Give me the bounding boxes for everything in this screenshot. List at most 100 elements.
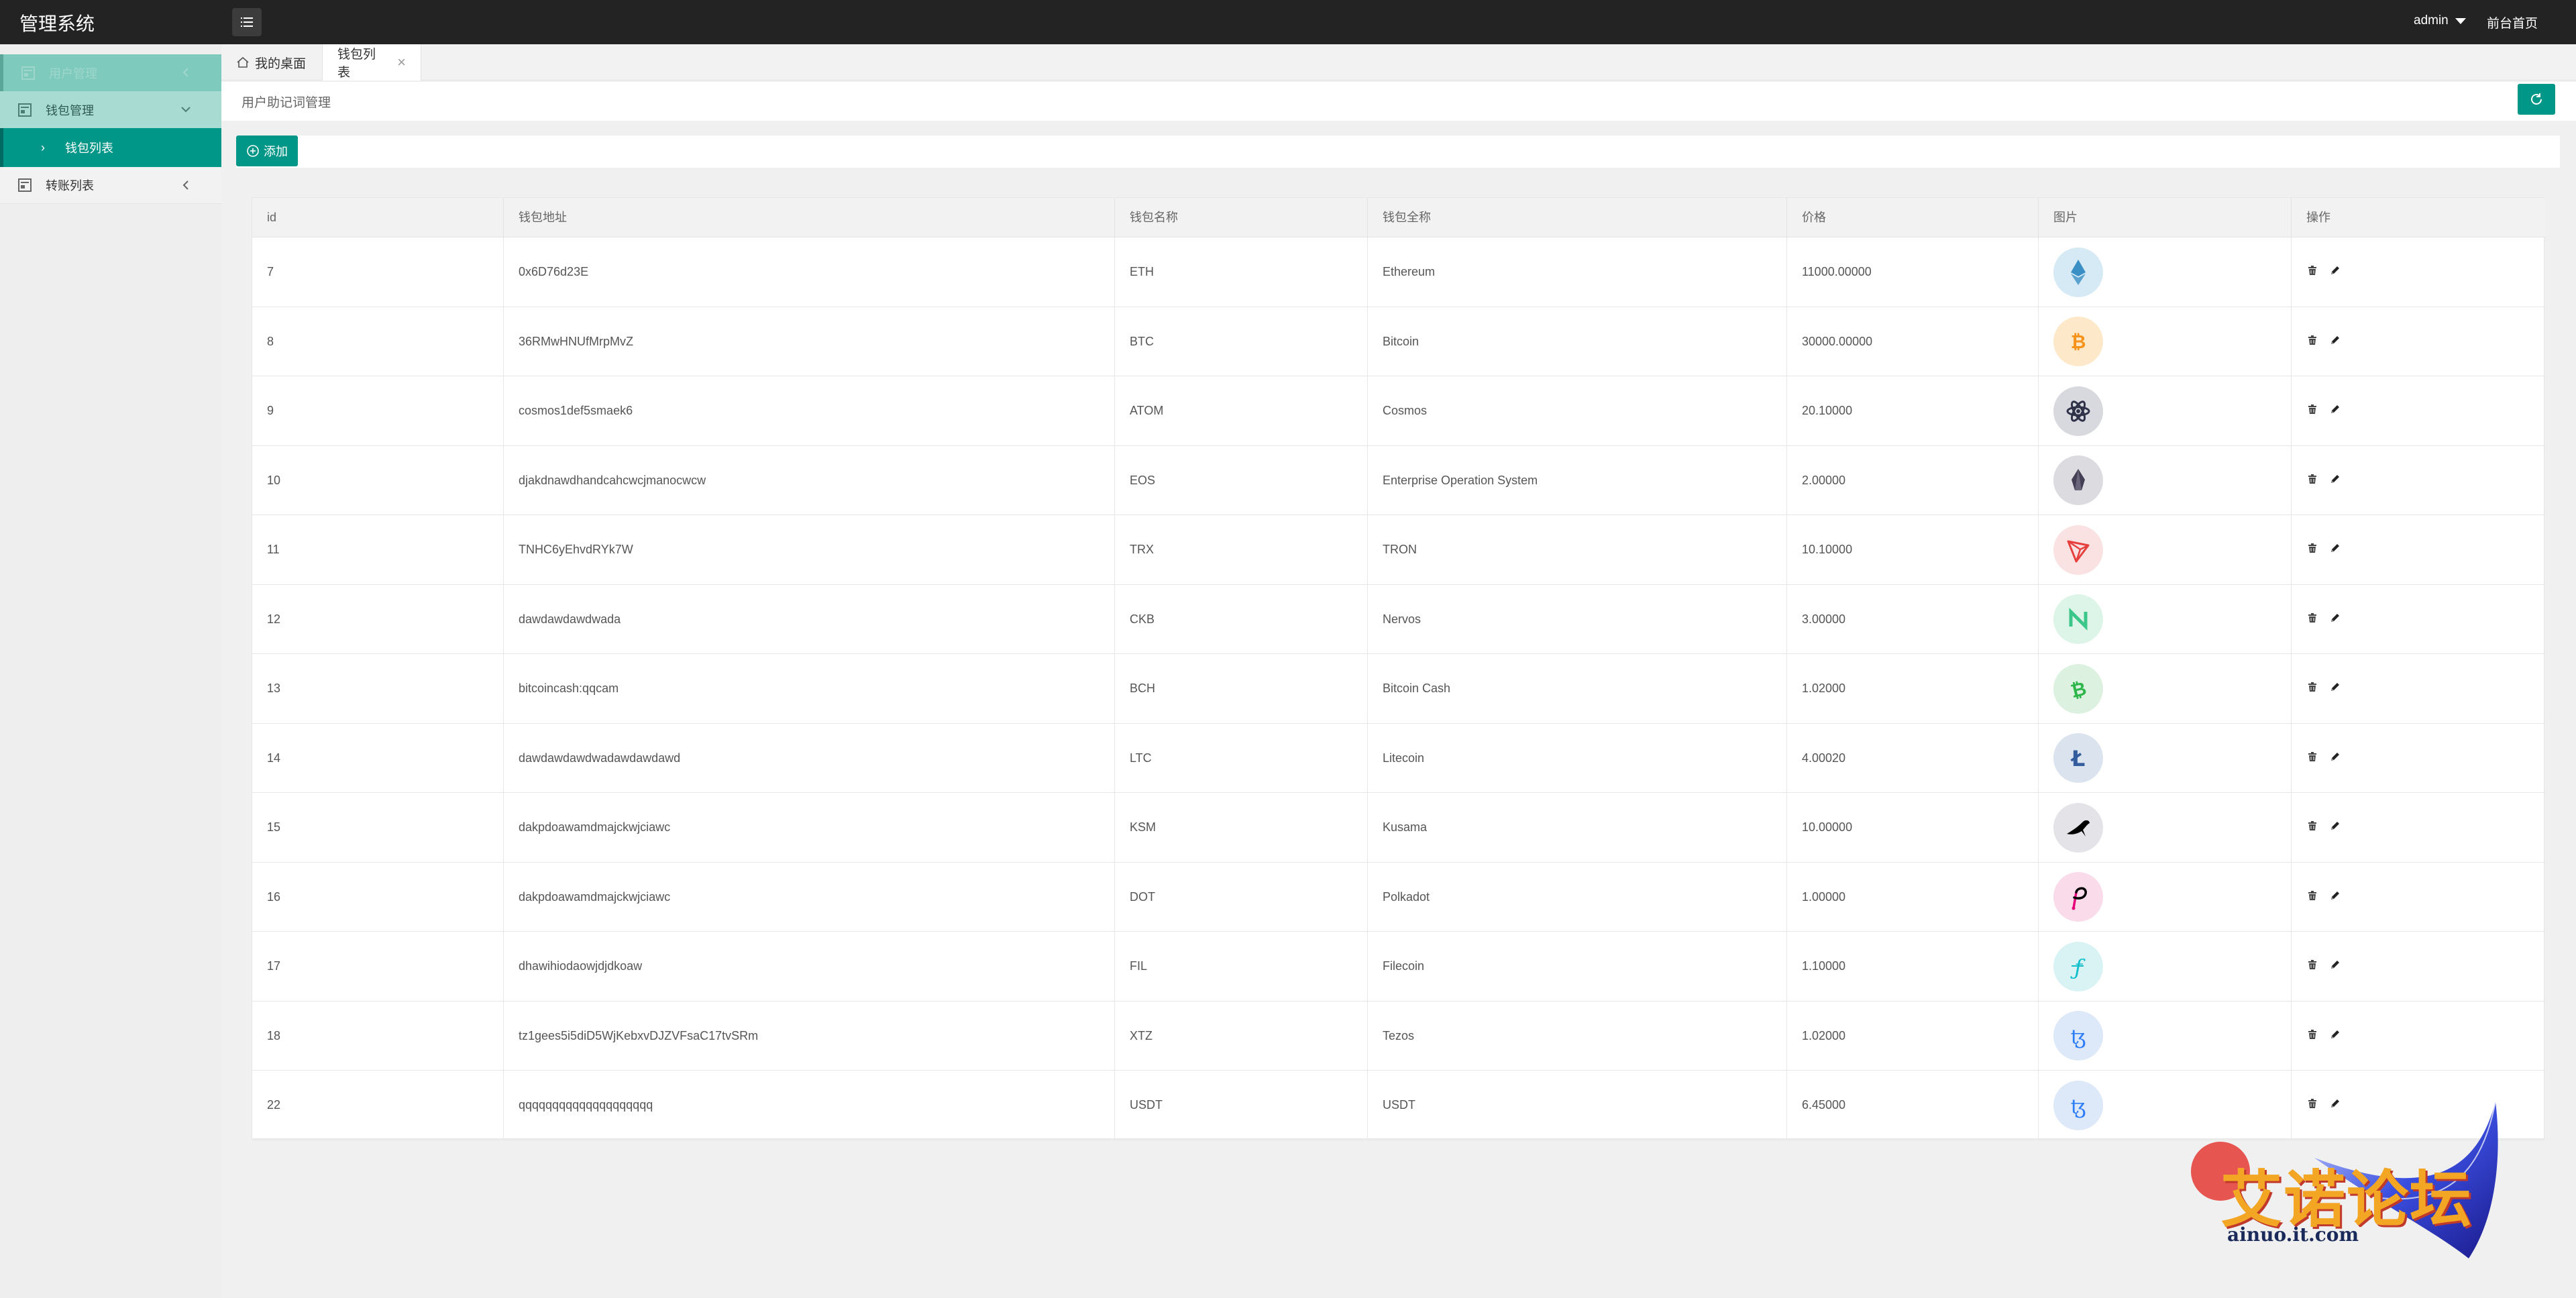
delete-icon[interactable] bbox=[2306, 542, 2318, 557]
cell-image bbox=[2039, 515, 2292, 585]
chevron-left-icon bbox=[180, 179, 192, 191]
svg-text:Ł: Ł bbox=[2070, 746, 2086, 771]
cell-id: 10 bbox=[252, 445, 504, 515]
watermark-logo: 艾诺论坛 ainuo.it.com bbox=[2180, 1097, 2502, 1265]
frontend-home-link[interactable]: 前台首页 bbox=[2487, 13, 2538, 32]
table-row: 8 36RMwHNUfMrpMvZ BTC Bitcoin 30000.00000 ₿ bbox=[252, 307, 2545, 376]
cell-id: 12 bbox=[252, 584, 504, 654]
cell-actions bbox=[2292, 237, 2545, 307]
chevron-left-icon bbox=[180, 66, 192, 78]
delete-icon[interactable] bbox=[2306, 334, 2318, 349]
cell-address: TNHC6yEhvdRYk7W bbox=[504, 515, 1115, 585]
document-icon bbox=[17, 103, 32, 117]
edit-icon[interactable] bbox=[2329, 334, 2341, 349]
cell-price: 30000.00000 bbox=[1787, 307, 2039, 376]
cell-name: XTZ bbox=[1115, 1001, 1368, 1071]
cell-address: dhawihiodaowjdjdkoaw bbox=[504, 932, 1115, 1002]
cell-id: 8 bbox=[252, 307, 504, 376]
cell-id: 22 bbox=[252, 1071, 504, 1140]
cell-id: 18 bbox=[252, 1001, 504, 1071]
cell-price: 4.00020 bbox=[1787, 723, 2039, 793]
delete-icon[interactable] bbox=[2306, 959, 2318, 974]
cell-fullname: Filecoin bbox=[1368, 932, 1787, 1002]
delete-icon[interactable] bbox=[2306, 751, 2318, 766]
username-label: admin bbox=[2414, 13, 2449, 28]
wallet-table: id 钱包地址 钱包名称 钱包全称 价格 图片 操作 7 0x6D76d23E ET… bbox=[252, 197, 2545, 1140]
cell-image: ₿ bbox=[2039, 307, 2292, 376]
cell-name: DOT bbox=[1115, 862, 1368, 932]
sidebar-item-transfer-list[interactable]: 转账列表 bbox=[0, 167, 221, 204]
edit-icon[interactable] bbox=[2329, 403, 2341, 419]
edit-icon[interactable] bbox=[2329, 542, 2341, 557]
delete-icon[interactable] bbox=[2306, 681, 2318, 696]
sidebar-item-wallet-list[interactable]: › 钱包列表 bbox=[0, 128, 221, 167]
refresh-button[interactable] bbox=[2518, 84, 2555, 115]
tezos-coin-icon: ꜩ bbox=[2053, 1011, 2103, 1061]
table-row: 9 cosmos1def5smaek6 ATOM Cosmos 20.10000 bbox=[252, 376, 2545, 446]
cell-price: 2.00000 bbox=[1787, 445, 2039, 515]
user-menu[interactable]: admin bbox=[2414, 13, 2466, 28]
cell-fullname: Kusama bbox=[1368, 793, 1787, 863]
edit-icon[interactable] bbox=[2329, 473, 2341, 488]
edit-icon[interactable] bbox=[2329, 889, 2341, 905]
cell-fullname: Tezos bbox=[1368, 1001, 1787, 1071]
edit-icon[interactable] bbox=[2329, 1028, 2341, 1044]
polkadot-coin-icon bbox=[2053, 872, 2103, 922]
delete-icon[interactable] bbox=[2306, 820, 2318, 835]
cell-name: TRX bbox=[1115, 515, 1368, 585]
column-header-price[interactable]: 价格 bbox=[1787, 198, 2039, 237]
delete-icon[interactable] bbox=[2306, 612, 2318, 627]
ethereum-coin-icon bbox=[2053, 247, 2103, 297]
cell-fullname: Ethereum bbox=[1368, 237, 1787, 307]
tab-my-desktop[interactable]: 我的桌面 bbox=[221, 44, 322, 80]
cell-address: djakdnawdhandcahcwcjmanocwcw bbox=[504, 445, 1115, 515]
bitcoin-coin-icon: ₿ bbox=[2053, 317, 2103, 367]
tab-wallet-list[interactable]: 钱包列表 × bbox=[322, 44, 421, 80]
edit-icon[interactable] bbox=[2329, 959, 2341, 974]
svg-text:ꜩ: ꜩ bbox=[2071, 1026, 2086, 1049]
delete-icon[interactable] bbox=[2306, 473, 2318, 488]
cell-fullname: TRON bbox=[1368, 515, 1787, 585]
menu-toggle-button[interactable] bbox=[232, 8, 262, 36]
delete-icon[interactable] bbox=[2306, 264, 2318, 280]
cell-fullname: Bitcoin Cash bbox=[1368, 654, 1787, 724]
sidebar-item-wallet-management[interactable]: 钱包管理 bbox=[0, 91, 221, 128]
column-header-name[interactable]: 钱包名称 bbox=[1115, 198, 1368, 237]
cell-address: dakpdoawamdmajckwjciawc bbox=[504, 793, 1115, 863]
cell-address: 36RMwHNUfMrpMvZ bbox=[504, 307, 1115, 376]
breadcrumb: 用户助记词管理 bbox=[241, 96, 331, 110]
delete-icon[interactable] bbox=[2306, 1028, 2318, 1044]
table-row: 18 tz1gees5i5diD5WjKebxvDJZVFsaC17tvSRm XT… bbox=[252, 1001, 2545, 1071]
edit-icon[interactable] bbox=[2329, 681, 2341, 696]
cell-image bbox=[2039, 793, 2292, 863]
table-row: 17 dhawihiodaowjdjdkoaw FIL Filecoin 1.10000… bbox=[252, 932, 2545, 1002]
delete-icon[interactable] bbox=[2306, 889, 2318, 905]
cell-name: LTC bbox=[1115, 723, 1368, 793]
document-icon bbox=[17, 178, 32, 193]
nervos-coin-icon bbox=[2053, 594, 2103, 645]
table-row: 12 dawdawdawdwada CKB Nervos 3.00000 bbox=[252, 584, 2545, 654]
cell-address: dawdawdawdwadawdawdawd bbox=[504, 723, 1115, 793]
edit-icon[interactable] bbox=[2329, 820, 2341, 835]
delete-icon[interactable] bbox=[2306, 403, 2318, 419]
cell-address: dakpdoawamdmajckwjciawc bbox=[504, 862, 1115, 932]
edit-icon[interactable] bbox=[2329, 612, 2341, 627]
cell-address: qqqqqqqqqqqqqqqqqqqq bbox=[504, 1071, 1115, 1140]
sidebar-item-label: 转账列表 bbox=[46, 179, 94, 193]
add-button[interactable]: 添加 bbox=[236, 136, 298, 166]
cell-address: bitcoincash:qqcam bbox=[504, 654, 1115, 724]
cell-actions bbox=[2292, 793, 2545, 863]
close-icon[interactable]: × bbox=[397, 55, 406, 70]
column-header-actions[interactable]: 操作 bbox=[2292, 198, 2545, 237]
column-header-image[interactable]: 图片 bbox=[2039, 198, 2292, 237]
cell-price: 1.02000 bbox=[1787, 1001, 2039, 1071]
edit-icon[interactable] bbox=[2329, 264, 2341, 280]
column-header-id[interactable]: id bbox=[252, 198, 504, 237]
sidebar-item-user-management[interactable]: 用户管理 bbox=[0, 54, 221, 91]
table-row: 16 dakpdoawamdmajckwjciawc DOT Polkadot 1.00… bbox=[252, 862, 2545, 932]
cell-image: ꜩ bbox=[2039, 1001, 2292, 1071]
column-header-fullname[interactable]: 钱包全称 bbox=[1368, 198, 1787, 237]
edit-icon[interactable] bbox=[2329, 751, 2341, 766]
column-header-address[interactable]: 钱包地址 bbox=[504, 198, 1115, 237]
watermark-subtitle: ainuo.it.com bbox=[2227, 1224, 2359, 1246]
